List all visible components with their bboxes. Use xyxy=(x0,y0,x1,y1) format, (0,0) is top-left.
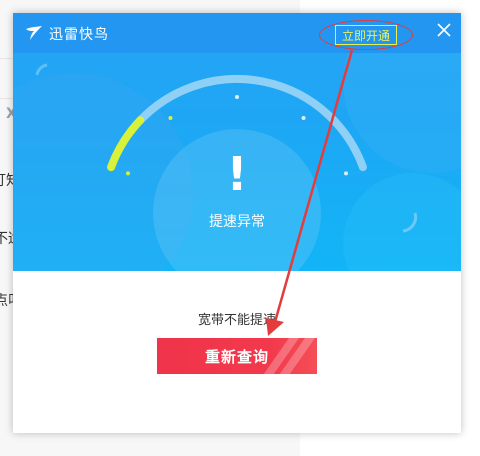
activate-now-button[interactable]: 立即开通 xyxy=(335,25,397,45)
gauge-tick xyxy=(235,95,239,99)
gauge-tick xyxy=(344,171,349,176)
speedup-dialog: 迅雷快鸟 立即开通 ! 提速异常 宽带不能提速 重新查询 xyxy=(13,13,461,433)
requery-button[interactable]: 重新查询 xyxy=(157,338,317,374)
gauge-tick xyxy=(168,115,173,120)
gauge-tick xyxy=(125,171,130,176)
decor-blob xyxy=(343,173,461,271)
gauge-tick xyxy=(301,115,306,120)
close-icon[interactable] xyxy=(435,21,453,39)
app-title: 迅雷快鸟 xyxy=(49,27,109,43)
speedup-status-label: 提速异常 xyxy=(209,214,265,230)
speedup-message: 宽带不能提速 xyxy=(197,313,276,328)
decor-arc xyxy=(35,63,48,76)
warning-icon: ! xyxy=(226,147,248,201)
requery-button-label: 重新查询 xyxy=(204,348,269,366)
dialog-header: 迅雷快鸟 立即开通 ! 提速异常 xyxy=(13,13,461,271)
bird-logo-icon xyxy=(26,26,42,40)
title-bar: 迅雷快鸟 立即开通 xyxy=(13,13,461,53)
